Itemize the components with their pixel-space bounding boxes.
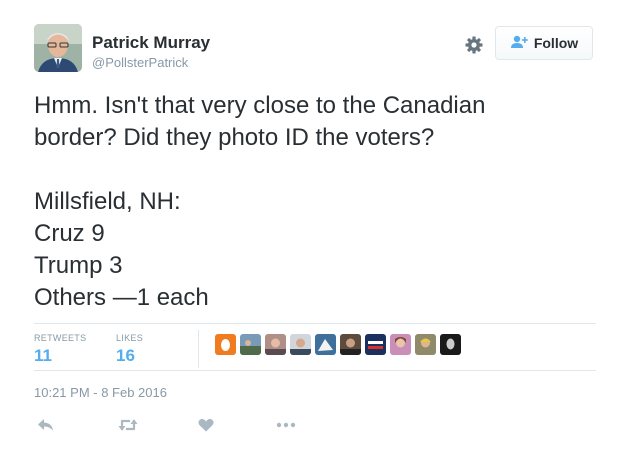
heart-icon xyxy=(198,418,214,432)
follow-button[interactable]: Follow xyxy=(495,26,593,60)
liker-avatar[interactable] xyxy=(440,334,461,355)
retweets-count[interactable]: 11 xyxy=(34,346,52,366)
tweet-line: Trump 3 xyxy=(34,252,123,279)
liker-avatar[interactable] xyxy=(215,334,236,355)
liker-avatar[interactable] xyxy=(290,334,311,355)
tweet-text: Hmm. Isn't that very close to the Canadi… xyxy=(34,90,574,314)
divider xyxy=(34,323,596,324)
likes-label[interactable]: LIKES xyxy=(116,333,143,343)
tweet-card: Patrick Murray @PollsterPatrick Follow H… xyxy=(0,0,632,464)
more-button[interactable] xyxy=(276,414,296,436)
follow-label: Follow xyxy=(533,35,579,51)
liker-avatar[interactable] xyxy=(390,334,411,355)
retweet-button[interactable] xyxy=(118,414,138,436)
user-handle[interactable]: @PollsterPatrick xyxy=(92,55,188,70)
stats-divider xyxy=(198,330,199,368)
tweet-line: border? Did they photo ID the voters? xyxy=(34,124,435,151)
retweet-icon xyxy=(118,419,138,431)
divider xyxy=(34,370,596,371)
liker-avatar[interactable] xyxy=(340,334,361,355)
liker-avatar[interactable] xyxy=(315,334,336,355)
avatar[interactable] xyxy=(34,24,82,72)
tweet-line: Cruz 9 xyxy=(34,220,105,247)
add-user-icon xyxy=(510,35,528,52)
tweet-line: Others —1 each xyxy=(34,284,209,311)
liker-avatar[interactable] xyxy=(365,334,386,355)
liker-avatar[interactable] xyxy=(240,334,261,355)
likes-count[interactable]: 16 xyxy=(116,346,135,366)
more-icon xyxy=(276,422,296,428)
gear-icon[interactable] xyxy=(464,35,484,55)
reply-icon xyxy=(38,419,53,431)
liker-avatars xyxy=(215,334,461,355)
tweet-line: Hmm. Isn't that very close to the Canadi… xyxy=(34,92,486,119)
liker-avatar[interactable] xyxy=(415,334,436,355)
user-name[interactable]: Patrick Murray xyxy=(92,33,210,53)
liker-avatar[interactable] xyxy=(265,334,286,355)
tweet-line: Millsfield, NH: xyxy=(34,188,181,215)
tweet-timestamp[interactable]: 10:21 PM - 8 Feb 2016 xyxy=(34,385,167,400)
retweets-label[interactable]: RETWEETS xyxy=(34,333,86,343)
reply-button[interactable] xyxy=(37,414,54,436)
like-button[interactable] xyxy=(198,414,214,436)
